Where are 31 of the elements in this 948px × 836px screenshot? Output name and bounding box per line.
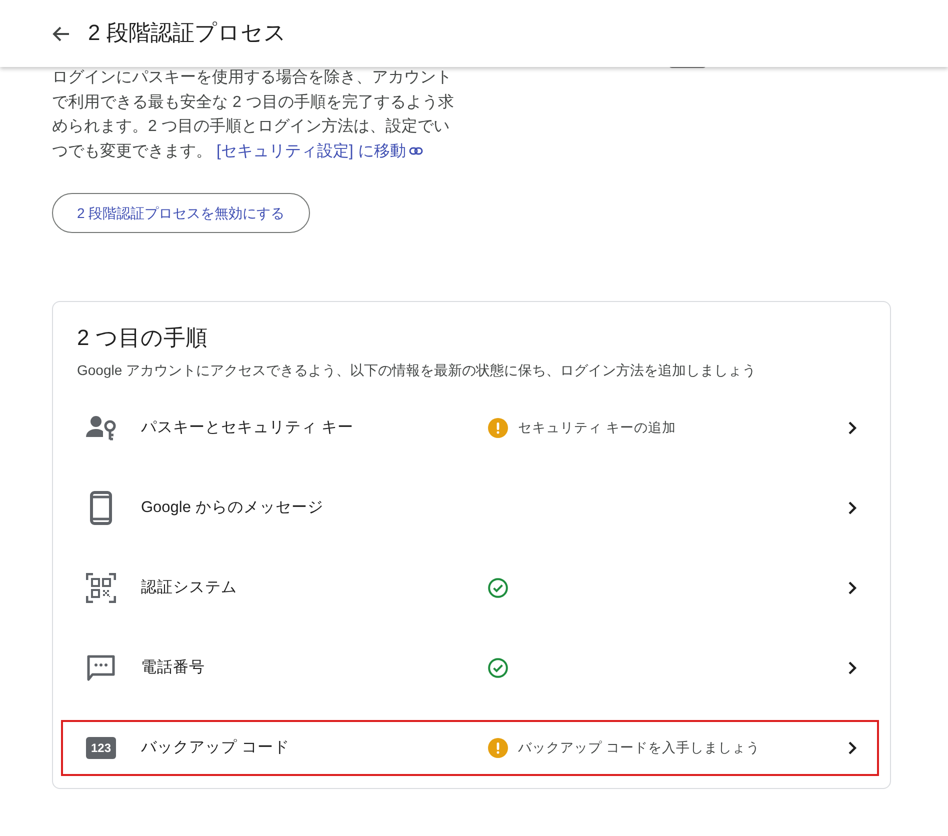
qr-code-icon [86,573,116,603]
chevron-right-icon [848,741,857,755]
disable-2sv-button[interactable]: 2 段階認証プロセスを無効にする [52,193,310,233]
warning-icon [488,738,508,758]
number-tile-icon: 123 [86,737,116,759]
step-name: 電話番号 [141,658,206,678]
page-title: 2 段階認証プロセス [88,20,286,47]
status-text: セキュリティ キーの追加 [518,418,676,437]
chevron-right-icon [848,421,857,435]
security-settings-link[interactable]: [セキュリティ設定] に移動 [216,142,423,160]
step-name: Google からのメッセージ [141,498,324,518]
check-circle-icon [488,578,508,598]
chevron-right-icon [848,661,857,675]
step-name: バックアップ コード [141,738,290,758]
chat-bubble-icon [87,655,115,681]
check-circle-icon [488,658,508,678]
card-title: 2 つ目の手順 [77,324,208,352]
back-arrow-icon[interactable] [52,26,70,42]
person-key-icon [86,415,116,441]
link-icon [408,147,423,156]
cropped-image-edge [669,64,706,68]
intro-text: ログインにパスキーを使用する場合を除き、アカウントで利用できる最も安全な 2 つ目の手順を完了するよう求められます。2 つ目の手順とログイン方法は、設定でいつでも変更できます。 [セキュリティ設定] に移動 [52,68,455,162]
smartphone-icon [90,491,112,525]
step-row[interactable]: 123 バックアップ コード バックアップ コードを入手しましょう [61,720,879,776]
step-name: パスキーとセキュリティ キー [141,418,354,438]
card-subtitle: Google アカウントにアクセスできるよう、以下の情報を最新の状態に保ち、ログイン方法を追加しましょう [77,361,758,380]
chevron-right-icon [848,581,857,595]
step-name: 認証システム [141,578,238,598]
warning-icon [488,418,508,438]
status-text: バックアップ コードを入手しましょう [518,738,760,757]
chevron-right-icon [848,501,857,515]
